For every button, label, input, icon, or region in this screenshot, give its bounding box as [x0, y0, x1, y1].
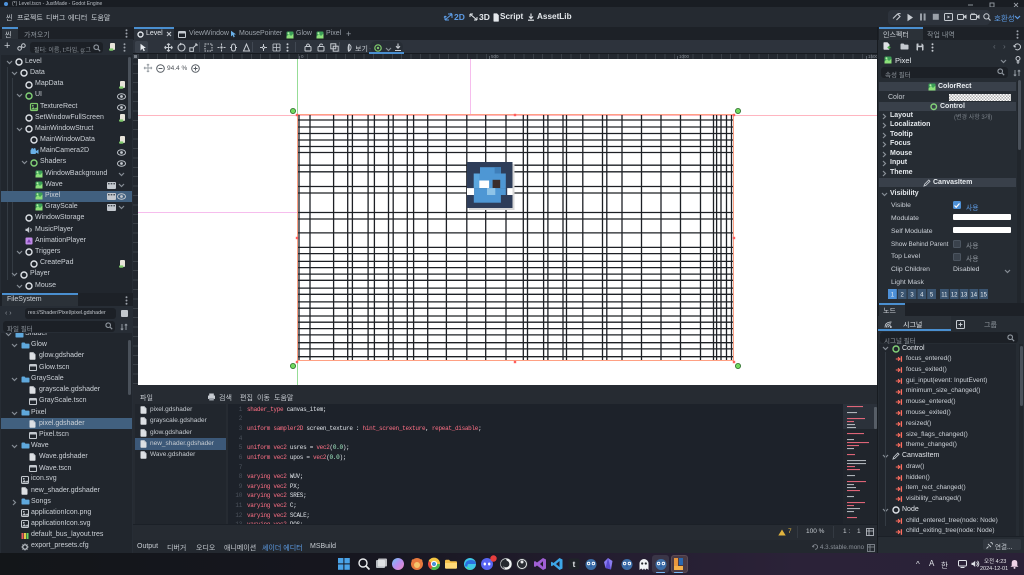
svg-text:14: 14	[970, 293, 977, 299]
svg-text:12: 12	[951, 293, 958, 299]
svg-text:t: t	[572, 560, 575, 569]
svg-text:13: 13	[961, 293, 968, 299]
svg-text:11: 11	[941, 293, 948, 299]
svg-text:15: 15	[980, 293, 987, 299]
